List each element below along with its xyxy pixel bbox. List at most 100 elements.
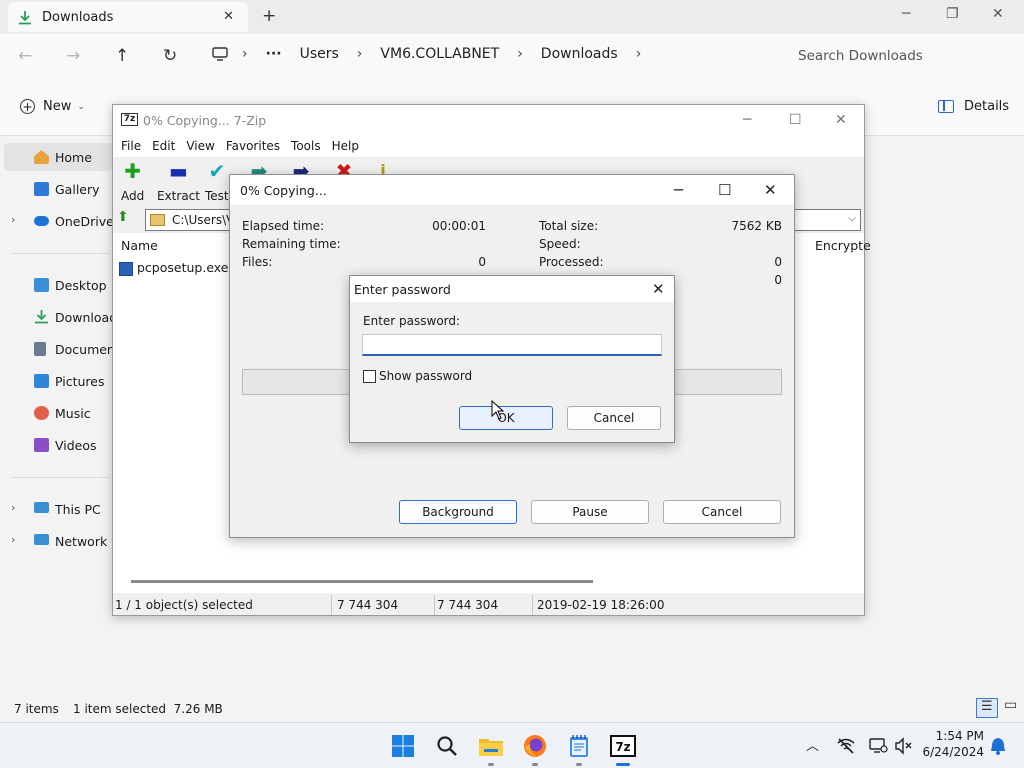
tab-downloads[interactable]: Downloads ✕ bbox=[8, 2, 248, 32]
breadcrumb-vm6[interactable]: VM6.COLLABNET bbox=[380, 46, 499, 62]
background-button[interactable]: Background bbox=[399, 500, 517, 524]
taskbar-firefox[interactable] bbox=[521, 732, 549, 766]
menu-edit[interactable]: Edit bbox=[152, 139, 175, 153]
menu-tools[interactable]: Tools bbox=[291, 139, 321, 153]
tray-volume[interactable] bbox=[890, 732, 918, 760]
sevenzip-statusbar: 1 / 1 object(s) selected 7 744 304 7 744… bbox=[113, 595, 864, 615]
tray-display[interactable] bbox=[864, 732, 892, 760]
column-header-encrypted[interactable]: Encrypte bbox=[815, 238, 871, 253]
show-password-checkbox[interactable]: Show password bbox=[363, 369, 472, 383]
total-size-label: Total size: bbox=[539, 219, 599, 233]
chevron-right-icon[interactable]: › bbox=[11, 533, 15, 546]
add-button[interactable]: ✚ Add bbox=[121, 161, 144, 203]
minimize-icon[interactable]: ─ bbox=[674, 181, 683, 199]
sidebar-item-documents[interactable]: Documents bbox=[0, 335, 112, 363]
menu-view[interactable]: View bbox=[186, 139, 214, 153]
sidebar-item-network[interactable]: › Network bbox=[0, 527, 112, 555]
folder-up-icon[interactable]: ⬆ bbox=[117, 209, 135, 229]
monitor-icon[interactable] bbox=[212, 47, 228, 61]
chevron-down-icon: ⌄ bbox=[77, 101, 85, 112]
files-value: 0 bbox=[478, 255, 486, 269]
folder-icon bbox=[150, 214, 165, 226]
chevron-right-icon[interactable]: › bbox=[11, 501, 15, 514]
status-modified: 2019-02-19 18:26:00 bbox=[537, 598, 665, 612]
breadcrumb-downloads[interactable]: Downloads bbox=[541, 46, 618, 62]
sevenzip-icon: 7z bbox=[610, 735, 636, 757]
refresh-icon[interactable]: ↻ bbox=[163, 46, 177, 66]
menu-help[interactable]: Help bbox=[332, 139, 359, 153]
minimize-icon[interactable]: ─ bbox=[743, 112, 751, 128]
maximize-icon[interactable]: ☐ bbox=[718, 181, 731, 199]
sevenzip-logo-icon: 7z bbox=[121, 113, 138, 126]
details-view-icon[interactable] bbox=[976, 698, 998, 718]
divider bbox=[10, 253, 110, 254]
pause-button[interactable]: Pause bbox=[531, 500, 649, 524]
password-input[interactable] bbox=[362, 334, 662, 356]
back-arrow-icon[interactable]: ← bbox=[18, 46, 32, 66]
video-icon bbox=[34, 438, 49, 452]
list-item[interactable]: pcposetup.exe bbox=[119, 260, 229, 276]
sidebar-item-this-pc[interactable]: › This PC bbox=[0, 495, 112, 523]
minimize-icon[interactable]: ─ bbox=[902, 6, 910, 22]
desktop-icon bbox=[34, 278, 49, 292]
checkbox-icon[interactable] bbox=[363, 369, 376, 383]
sidebar-item-desktop[interactable]: Desktop bbox=[0, 271, 112, 299]
start-button[interactable] bbox=[389, 732, 417, 760]
sidebar-item-downloads[interactable]: Downloads bbox=[0, 303, 112, 331]
password-dialog-title: Enter password bbox=[354, 282, 451, 297]
show-password-label: Show password bbox=[379, 369, 473, 383]
extract-button[interactable]: ▬ Extract bbox=[157, 161, 200, 203]
pictures-icon bbox=[34, 374, 49, 388]
search-button[interactable] bbox=[433, 732, 461, 760]
sidebar-item-gallery[interactable]: Gallery bbox=[0, 175, 112, 203]
taskbar-file-explorer[interactable] bbox=[477, 732, 505, 766]
sidebar-item-home[interactable]: Home bbox=[4, 143, 112, 171]
sidebar-item-pictures[interactable]: Pictures bbox=[0, 367, 112, 395]
taskbar-7zip[interactable]: 7z bbox=[609, 732, 637, 766]
chevron-right-icon[interactable]: › bbox=[11, 213, 15, 226]
sidebar-item-videos[interactable]: Videos bbox=[0, 431, 112, 459]
svg-text:7z: 7z bbox=[615, 740, 630, 754]
tiles-view-icon[interactable] bbox=[1000, 697, 1022, 718]
chevron-right-icon: › bbox=[356, 46, 363, 62]
close-icon[interactable]: ✕ bbox=[652, 280, 665, 298]
maximize-icon[interactable]: ❐ bbox=[946, 6, 959, 22]
new-button[interactable]: + New ⌄ bbox=[20, 99, 85, 114]
close-window-icon[interactable]: ✕ bbox=[992, 6, 1004, 22]
document-icon bbox=[34, 342, 46, 356]
up-arrow-icon[interactable]: ↑ bbox=[115, 46, 129, 66]
sidebar-item-onedrive[interactable]: › OneDrive bbox=[0, 207, 112, 235]
sidebar-item-music[interactable]: Music bbox=[0, 399, 112, 427]
folder-icon bbox=[479, 739, 503, 756]
details-button[interactable]: Details bbox=[938, 99, 1009, 114]
search-input[interactable]: Search Downloads bbox=[786, 40, 1022, 72]
home-icon bbox=[34, 150, 49, 164]
forward-arrow-icon[interactable]: → bbox=[66, 46, 80, 66]
close-icon[interactable]: ✕ bbox=[764, 181, 777, 199]
maximize-icon[interactable]: ☐ bbox=[789, 112, 802, 128]
copying-title: 0% Copying... bbox=[240, 183, 327, 198]
close-icon[interactable]: ✕ bbox=[835, 112, 847, 128]
menu-file[interactable]: File bbox=[121, 139, 141, 153]
chevron-down-icon[interactable]: ⌵ bbox=[848, 213, 856, 224]
more-icon[interactable]: ··· bbox=[266, 46, 282, 62]
menu-favorites[interactable]: Favorites bbox=[226, 139, 280, 153]
chevron-right-icon[interactable]: › bbox=[636, 46, 642, 62]
new-tab-button[interactable]: + bbox=[262, 6, 276, 26]
clock[interactable]: 1:54 PM 6/24/2024 bbox=[918, 728, 984, 760]
show-hidden-icons-icon[interactable]: ︿ bbox=[806, 735, 819, 754]
breadcrumb-users[interactable]: Users bbox=[300, 46, 339, 62]
test-button[interactable]: ✔ Test bbox=[205, 161, 229, 203]
horizontal-scrollbar[interactable] bbox=[131, 580, 593, 583]
cloud-icon bbox=[34, 216, 49, 226]
column-header-name[interactable]: Name bbox=[121, 238, 158, 253]
cancel-button[interactable]: Cancel bbox=[663, 500, 781, 524]
close-tab-icon[interactable]: ✕ bbox=[223, 9, 234, 24]
notifications-button[interactable] bbox=[984, 732, 1012, 760]
clock-time: 1:54 PM bbox=[935, 729, 984, 743]
ok-button[interactable]: OK bbox=[459, 406, 553, 430]
cancel-button[interactable]: Cancel bbox=[567, 406, 661, 430]
taskbar-notepad[interactable] bbox=[565, 732, 593, 766]
new-label: New bbox=[43, 99, 72, 114]
tray-network[interactable] bbox=[832, 732, 860, 760]
